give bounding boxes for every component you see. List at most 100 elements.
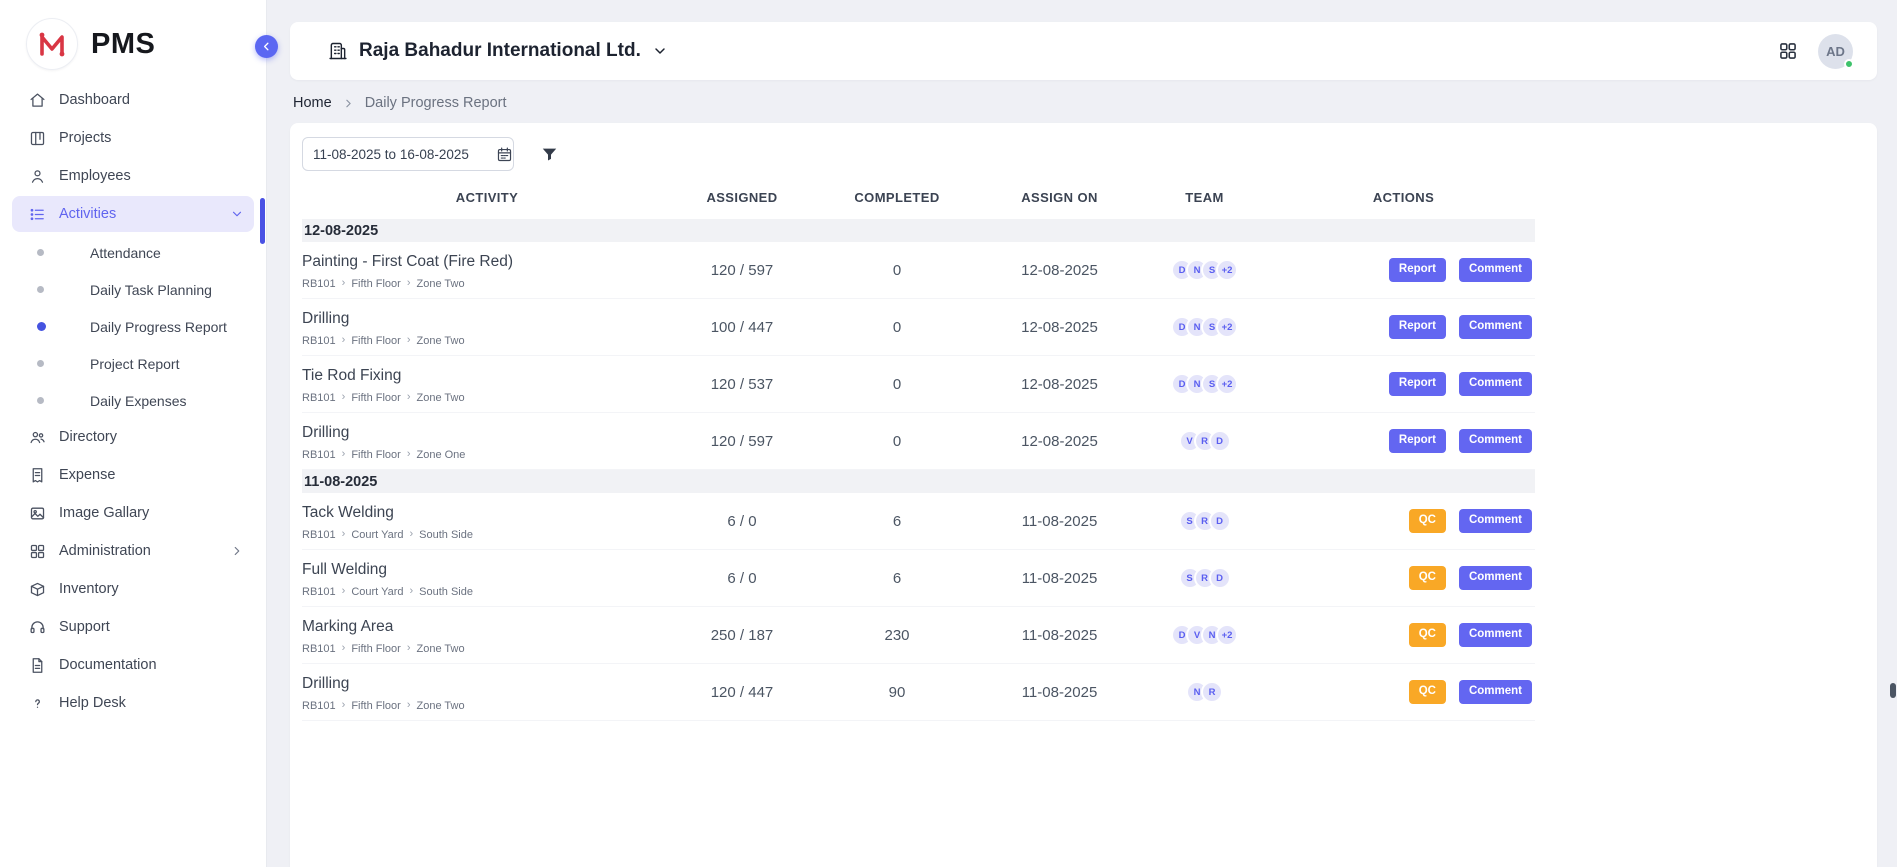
chevron-down-icon <box>230 207 244 221</box>
date-range-input[interactable] <box>313 147 490 162</box>
chevron-right-icon: › <box>407 643 411 654</box>
company-selector[interactable]: Raja Bahadur International Ltd. <box>328 40 668 62</box>
chevron-right-icon: › <box>410 586 414 597</box>
document-icon <box>28 656 46 674</box>
comment-button[interactable]: Comment <box>1459 315 1532 339</box>
completed-value: 6 <box>812 513 982 530</box>
activity-cell: Painting - First Coat (Fire Red)RB101›Fi… <box>302 251 672 290</box>
sidebar-subitem-project-report[interactable]: Project Report <box>12 345 254 382</box>
sidebar-item-activities[interactable]: Activities <box>12 196 254 232</box>
path-segment: Fifth Floor <box>351 449 401 461</box>
funnel-icon <box>540 145 559 164</box>
date-range-picker[interactable] <box>302 137 514 171</box>
top-header: Raja Bahadur International Ltd. AD <box>290 22 1877 80</box>
path-segment: Zone Two <box>417 335 465 347</box>
chevron-right-icon: › <box>407 449 411 460</box>
sidebar-item-label: Dashboard <box>59 92 130 108</box>
table-body: 12-08-2025Painting - First Coat (Fire Re… <box>302 219 1535 721</box>
chevron-down-icon <box>652 43 668 59</box>
activity-cell: DrillingRB101›Fifth Floor›Zone One <box>302 422 672 461</box>
sidebar-item-employees[interactable]: Employees <box>12 158 254 194</box>
team-avatars: SRD <box>1137 567 1272 589</box>
sidebar-subitem-daily-expenses[interactable]: Daily Expenses <box>12 382 254 419</box>
report-button[interactable]: Report <box>1389 258 1446 282</box>
sidebar-item-documentation[interactable]: Documentation <box>12 647 254 683</box>
sidebar-item-expense[interactable]: Expense <box>12 457 254 493</box>
assigned-value: 250 / 187 <box>672 627 812 644</box>
team-avatar[interactable]: D <box>1209 567 1231 589</box>
comment-button[interactable]: Comment <box>1459 680 1532 704</box>
bullet-icon <box>37 360 44 367</box>
sidebar-item-dashboard[interactable]: Dashboard <box>12 82 254 118</box>
filter-button[interactable] <box>540 145 559 164</box>
report-button[interactable]: Report <box>1389 372 1446 396</box>
list-icon <box>28 205 46 223</box>
activity-cell: DrillingRB101›Fifth Floor›Zone Two <box>302 308 672 347</box>
sidebar-item-image-gallery[interactable]: Image Gallary <box>12 495 254 531</box>
sidebar-subitem-daily-task-planning[interactable]: Daily Task Planning <box>12 271 254 308</box>
actions-cell: Report Comment <box>1272 258 1535 282</box>
breadcrumb: Home Daily Progress Report <box>293 95 1877 111</box>
comment-button[interactable]: Comment <box>1459 258 1532 282</box>
comment-button[interactable]: Comment <box>1459 566 1532 590</box>
table-row: DrillingRB101›Fifth Floor›Zone Two120 / … <box>302 664 1535 721</box>
sidebar-item-support[interactable]: Support <box>12 609 254 645</box>
scrollbar-thumb[interactable] <box>1890 683 1896 698</box>
assigned-value: 100 / 447 <box>672 319 812 336</box>
team-extra-count[interactable]: +2 <box>1216 373 1238 395</box>
image-icon <box>28 504 46 522</box>
activity-name: Drilling <box>302 424 672 442</box>
activity-path: RB101›Fifth Floor›Zone Two <box>302 335 672 347</box>
sidebar-item-inventory[interactable]: Inventory <box>12 571 254 607</box>
sidebar-subitem-daily-progress-report[interactable]: Daily Progress Report <box>12 308 254 345</box>
assign-on-value: 11-08-2025 <box>982 513 1137 530</box>
path-segment: RB101 <box>302 586 336 598</box>
team-extra-count[interactable]: +2 <box>1216 259 1238 281</box>
qc-button[interactable]: QC <box>1409 566 1446 590</box>
column-header-assigned: ASSIGNED <box>672 190 812 205</box>
team-extra-count[interactable]: +2 <box>1216 316 1238 338</box>
apps-grid-button[interactable] <box>1778 41 1798 61</box>
actions-cell: QC Comment <box>1272 509 1535 533</box>
sidebar-item-help-desk[interactable]: Help Desk <box>12 685 254 721</box>
qc-button[interactable]: QC <box>1409 623 1446 647</box>
completed-value: 0 <box>812 262 982 279</box>
team-avatar[interactable]: D <box>1209 430 1231 452</box>
chevron-right-icon: › <box>407 392 411 403</box>
sidebar-subitem-attendance[interactable]: Attendance <box>12 234 254 271</box>
qc-button[interactable]: QC <box>1409 509 1446 533</box>
sidebar-item-directory[interactable]: Directory <box>12 419 254 455</box>
sidebar-collapse-button[interactable] <box>255 35 278 58</box>
team-avatars: VRD <box>1137 430 1272 452</box>
actions-cell: Report Comment <box>1272 315 1535 339</box>
activity-name: Marking Area <box>302 618 672 636</box>
comment-button[interactable]: Comment <box>1459 623 1532 647</box>
comment-button[interactable]: Comment <box>1459 509 1532 533</box>
sidebar-item-label: Projects <box>59 130 111 146</box>
sidebar-item-projects[interactable]: Projects <box>12 120 254 156</box>
path-segment: RB101 <box>302 700 336 712</box>
path-segment: South Side <box>419 586 473 598</box>
sidebar-item-administration[interactable]: Administration <box>12 533 254 569</box>
team-avatar[interactable]: R <box>1201 681 1223 703</box>
team-avatar[interactable]: D <box>1209 510 1231 532</box>
chevron-right-icon: › <box>342 529 346 540</box>
qc-button[interactable]: QC <box>1409 680 1446 704</box>
activity-name: Tack Welding <box>302 504 672 522</box>
breadcrumb-home[interactable]: Home <box>293 95 332 111</box>
comment-button[interactable]: Comment <box>1459 372 1532 396</box>
user-avatar[interactable]: AD <box>1818 34 1853 69</box>
users-icon <box>28 428 46 446</box>
path-segment: Fifth Floor <box>351 335 401 347</box>
sidebar-subitem-label: Daily Expenses <box>90 393 187 409</box>
report-button[interactable]: Report <box>1389 429 1446 453</box>
chevron-left-icon <box>260 40 273 53</box>
team-extra-count[interactable]: +2 <box>1216 624 1238 646</box>
sidebar-item-label: Help Desk <box>59 695 126 711</box>
chevron-right-icon: › <box>407 700 411 711</box>
report-button[interactable]: Report <box>1389 315 1446 339</box>
building-icon <box>328 41 348 61</box>
assigned-value: 120 / 597 <box>672 262 812 279</box>
table-row: DrillingRB101›Fifth Floor›Zone Two100 / … <box>302 299 1535 356</box>
comment-button[interactable]: Comment <box>1459 429 1532 453</box>
